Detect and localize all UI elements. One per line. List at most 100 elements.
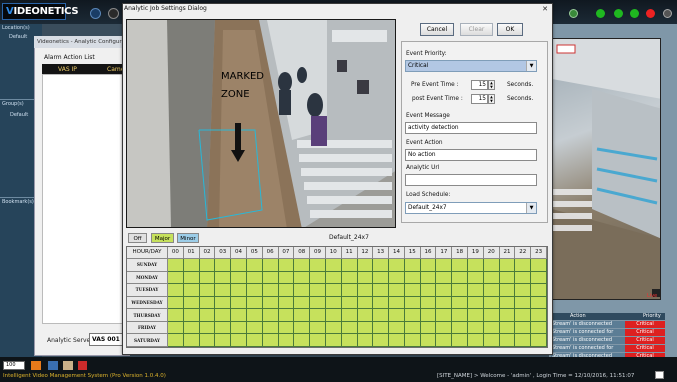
schedule-cell[interactable] [515,271,532,285]
schedule-cell[interactable] [420,334,437,347]
schedule-cell[interactable] [246,321,263,335]
schedule-cell[interactable] [373,259,390,272]
schedule-cell[interactable] [325,321,342,335]
schedule-cell[interactable] [262,284,279,297]
schedule-cell[interactable] [199,309,216,322]
alarm-indicator-icon[interactable] [646,9,655,18]
schedule-cell[interactable] [357,271,374,285]
tool-icon[interactable] [31,361,41,370]
schedule-cell[interactable] [183,296,200,310]
schedule-cell[interactable] [246,334,263,347]
schedule-cell[interactable] [215,334,232,347]
event-message-field[interactable]: activity detection [405,122,537,134]
clear-button[interactable]: Clear [460,23,493,36]
legend-off[interactable]: Off [128,233,147,243]
schedule-cell[interactable] [168,321,184,335]
schedule-cell[interactable] [515,296,532,310]
schedule-cell[interactable] [246,309,263,322]
schedule-cell[interactable] [341,334,358,347]
schedule-cell[interactable] [341,321,358,335]
schedule-cell[interactable] [468,271,484,285]
schedule-cell[interactable] [420,271,437,285]
schedule-cell[interactable] [357,334,374,347]
schedule-cell[interactable] [357,259,374,272]
schedule-cell[interactable] [515,309,532,322]
schedule-cell[interactable] [357,296,374,310]
schedule-cell[interactable] [246,259,263,272]
schedule-cell[interactable] [310,321,326,335]
schedule-cell[interactable] [420,259,437,272]
alerts-col-priority[interactable]: Priority [643,313,661,319]
load-schedule-select[interactable]: Default_24x7 [405,202,537,214]
schedule-cell[interactable] [183,271,200,285]
schedule-cell[interactable] [515,259,532,272]
schedule-cell[interactable] [262,259,279,272]
cancel-button[interactable]: Cancel [420,23,454,36]
schedule-cell[interactable] [325,271,342,285]
event-priority-select[interactable]: Critical [405,60,537,72]
schedule-cell[interactable] [262,334,279,347]
schedule-cell[interactable] [294,284,311,297]
analytic-server-field[interactable]: VAS 001 [89,333,125,346]
schedule-cell[interactable] [294,259,311,272]
schedule-cell[interactable] [499,259,516,272]
schedule-cell[interactable] [531,321,547,335]
schedule-cell[interactable] [246,271,263,285]
chevron-down-icon[interactable]: ▼ [526,203,536,213]
schedule-cell[interactable] [531,296,547,310]
group-label[interactable]: Group(s) [2,101,24,107]
schedule-cell[interactable] [183,284,200,297]
schedule-cell[interactable] [231,259,247,272]
column-vas-ip[interactable]: VAS IP [58,66,77,73]
schedule-cell[interactable] [436,284,453,297]
schedule-grid[interactable]: HOUR/DAY 00 01 02 03 04 05 06 07 08 09 10 11 12 13 14 15… [126,246,548,348]
schedule-cell[interactable] [215,321,232,335]
schedule-cell[interactable] [436,296,453,310]
analytic-url-field[interactable] [405,174,537,186]
schedule-cell[interactable] [452,334,469,347]
schedule-cell[interactable] [531,271,547,285]
schedule-cell[interactable] [278,259,295,272]
schedule-cell[interactable] [278,271,295,285]
camera-feed-secondary[interactable]: Live [551,38,661,300]
schedule-cell[interactable] [499,271,516,285]
schedule-cell[interactable] [468,259,484,272]
schedule-cell[interactable] [436,271,453,285]
hand-icon[interactable] [63,361,73,370]
schedule-cell[interactable] [262,271,279,285]
schedule-cell[interactable] [215,284,232,297]
schedule-cell[interactable] [483,284,500,297]
schedule-cell[interactable] [278,334,295,347]
schedule-cell[interactable] [231,334,247,347]
schedule-cell[interactable] [183,321,200,335]
schedule-cell[interactable] [373,321,390,335]
schedule-cell[interactable] [199,334,216,347]
schedule-cell[interactable] [531,284,547,297]
schedule-cell[interactable] [452,321,469,335]
schedule-cell[interactable] [168,296,184,310]
schedule-cell[interactable] [310,309,326,322]
monitor-icon[interactable] [48,361,58,370]
group-item[interactable]: Default [10,112,28,118]
location-label[interactable]: Location(s) [2,25,30,31]
schedule-cell[interactable] [325,259,342,272]
schedule-cell[interactable] [452,271,469,285]
location-item[interactable]: Default [9,34,27,40]
post-event-spinner-icon[interactable]: ▲ ▼ [488,94,495,104]
schedule-cell[interactable] [294,321,311,335]
schedule-cell[interactable] [183,309,200,322]
schedule-cell[interactable] [531,309,547,322]
schedule-cell[interactable] [357,284,374,297]
schedule-cell[interactable] [483,296,500,310]
schedule-cell[interactable] [452,284,469,297]
close-icon[interactable]: ✕ [541,5,549,13]
schedule-cell[interactable] [515,334,532,347]
schedule-cell[interactable] [294,296,311,310]
schedule-cell[interactable] [341,309,358,322]
schedule-cell[interactable] [420,284,437,297]
schedule-cell[interactable] [436,334,453,347]
schedule-cell[interactable] [483,259,500,272]
schedule-cell[interactable] [246,284,263,297]
schedule-cell[interactable] [199,284,216,297]
schedule-cell[interactable] [262,309,279,322]
